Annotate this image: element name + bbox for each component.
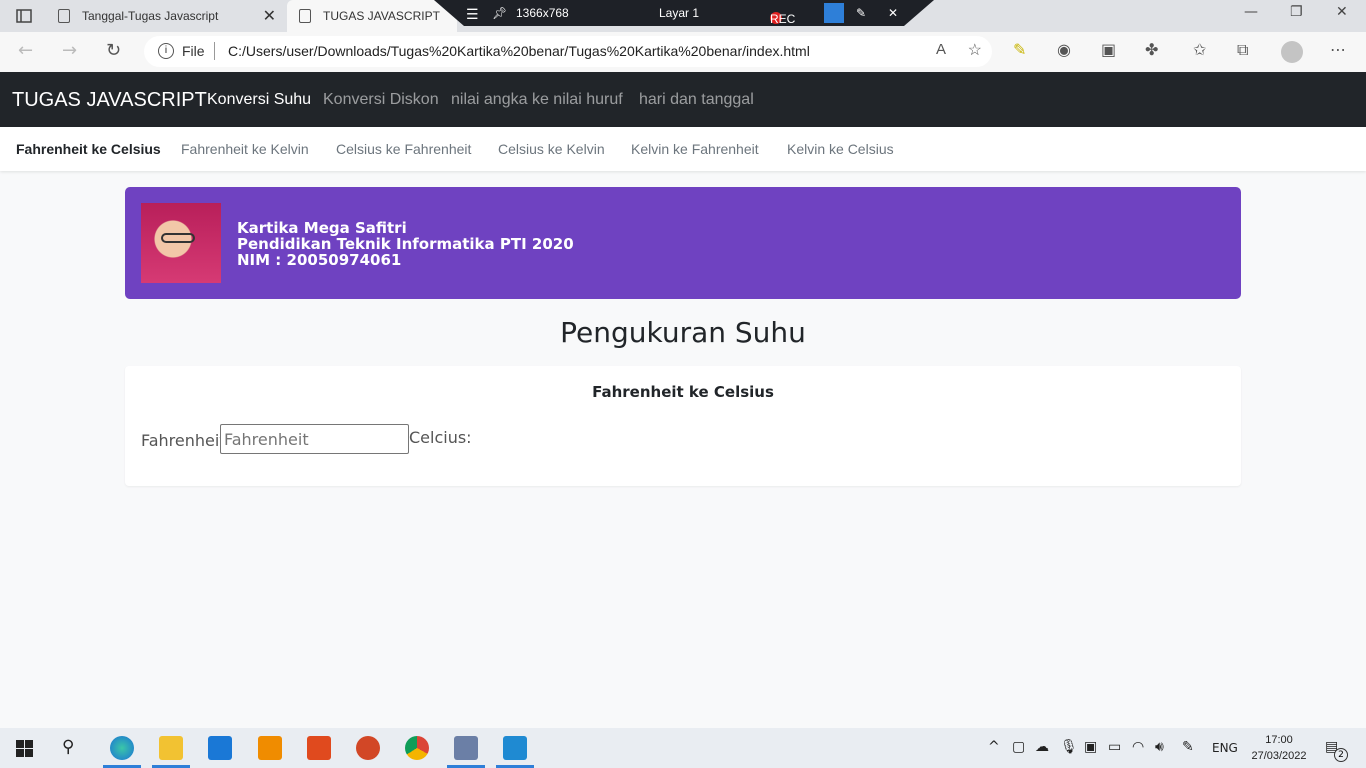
search-icon[interactable]: ⚲ [62,737,74,757]
file-explorer-icon[interactable] [159,736,183,760]
pen-icon[interactable]: ✎ [856,6,866,20]
celsius-output-label: Celcius: [409,428,472,447]
nav-hari-tanggal[interactable]: hari dan tanggal [639,91,754,109]
reload-icon[interactable]: ↻ [106,40,121,61]
scheme-label: File [182,43,205,59]
close-window-icon[interactable]: ✕ [1336,4,1348,20]
subnav-celsius-fahrenheit[interactable]: Celsius ke Fahrenheit [336,141,471,157]
wifi-icon[interactable]: ◠ [1132,739,1144,755]
powerpoint-icon[interactable] [356,736,380,760]
subnav-kelvin-celsius[interactable]: Kelvin ke Celsius [787,141,894,157]
office-app-icon[interactable] [307,736,331,760]
favorites-icon[interactable]: ✩ [1193,40,1206,59]
display-icon[interactable]: ▣ [1084,739,1097,755]
microphone-icon[interactable]: 🎙︎ [1060,739,1078,755]
extensions-puzzle-icon[interactable]: ✤ [1145,40,1158,59]
collections-icon[interactable]: ⧉ [1237,40,1248,60]
language-indicator[interactable]: ENG [1212,741,1238,755]
read-aloud-icon[interactable]: A [936,41,946,58]
volume-icon[interactable]: 🔊︎ [1155,739,1164,755]
notification-count: 2 [1334,748,1348,762]
system-clock[interactable]: 17:00 27/03/2022 [1246,732,1312,764]
pen-input-icon[interactable]: ✎ [1182,739,1194,755]
sublime-text-icon[interactable] [258,736,282,760]
tab-title: TUGAS JAVASCRIPT [323,9,440,23]
highlighter-extension-icon[interactable]: ✎ [1013,40,1026,59]
forward-icon[interactable]: → [62,40,77,61]
browser-address-bar: ← → ↻ i File C:/Users/user/Downloads/Tug… [0,32,1366,72]
profile-avatar[interactable] [1281,41,1303,63]
url-text[interactable]: C:/Users/user/Downloads/Tugas%20Kartika%… [228,43,810,59]
converter-card: Fahrenheit ke Celsius Fahrenheit Celcius… [125,366,1241,486]
close-recorder-icon[interactable]: ✕ [888,6,898,20]
browser-tab-active[interactable]: TUGAS JAVASCRIPT [287,0,457,32]
url-field[interactable]: i File C:/Users/user/Downloads/Tugas%20K… [144,36,992,67]
close-tab-icon[interactable]: ✕ [263,6,276,26]
fahrenheit-label: Fahrenheit [141,431,226,450]
back-icon[interactable]: ← [18,40,33,61]
meet-icon[interactable]: ▢ [1012,739,1025,755]
rec-label: REC [770,12,796,26]
browser-tab-tanggal[interactable]: Tanggal-Tugas Javascript ✕ [48,0,286,32]
clock-date: 27/03/2022 [1251,750,1307,762]
subnav-fahrenheit-kelvin[interactable]: Fahrenheit ke Kelvin [181,141,309,157]
page-icon [58,9,70,23]
fahrenheit-input[interactable] [220,424,409,454]
extension-icon[interactable]: ◉ [1057,40,1071,59]
recorder-size: 1366x768 [516,6,569,20]
profile-nim: NIM : 20050974061 [237,251,402,269]
pin-icon[interactable]: 📌︎ [492,6,507,20]
page-icon [299,9,311,23]
add-favorite-icon[interactable]: ☆ [968,40,982,60]
battery-icon[interactable]: ▭ [1108,739,1121,755]
tab-actions-button[interactable] [10,6,38,26]
windows-taskbar: ⚲ ^ ▢ ☁ 🎙︎ ▣ ▭ ◠ 🔊︎ ✎ ENG 17:00 27/03/20… [0,728,1366,768]
windows-start-icon[interactable] [16,740,33,757]
media-extension-icon[interactable]: ▣ [1101,40,1116,59]
divider [214,42,215,60]
remote-desktop-icon[interactable] [454,736,478,760]
camera-icon[interactable] [824,3,844,23]
profile-banner: Kartika Mega Safitri Pendidikan Teknik I… [125,187,1241,299]
vscode-icon[interactable] [503,736,527,760]
tab-title: Tanggal-Tugas Javascript [82,9,219,23]
info-icon[interactable]: i [158,43,174,59]
nav-konversi-diskon[interactable]: Konversi Diskon [323,91,439,109]
browser-tab-bar: Tanggal-Tugas Javascript ✕ TUGAS JAVASCR… [0,0,1366,32]
conversion-subnav: Fahrenheit ke Celsius Fahrenheit ke Kelv… [0,127,1366,171]
cloud-icon[interactable]: ☁ [1035,739,1049,755]
profile-info: Kartika Mega Safitri Pendidikan Teknik I… [237,220,574,268]
subnav-fahrenheit-celsius[interactable]: Fahrenheit ke Celsius [16,141,161,157]
edge-app-icon[interactable] [110,736,134,760]
show-hidden-icons-icon[interactable]: ^ [988,739,1000,755]
subnav-celsius-kelvin[interactable]: Celsius ke Kelvin [498,141,605,157]
nav-nilai-huruf[interactable]: nilai angka ke nilai huruf [451,91,623,109]
page-title: Pengukuran Suhu [560,316,806,349]
profile-name: Kartika Mega Safitri [237,219,407,237]
restore-icon[interactable]: ❐ [1290,4,1303,20]
profile-photo [141,203,221,283]
chrome-icon[interactable] [405,736,429,760]
subnav-kelvin-fahrenheit[interactable]: Kelvin ke Fahrenheit [631,141,759,157]
tab-actions-icon [16,9,32,23]
card-title: Fahrenheit ke Celsius [592,383,774,401]
mail-app-icon[interactable] [208,736,232,760]
nav-konversi-suhu[interactable]: Konversi Suhu [207,91,311,109]
more-options-icon[interactable]: ⋯ [1330,40,1346,59]
navbar-brand[interactable]: TUGAS JAVASCRIPT [12,89,207,112]
minimize-icon[interactable]: — [1244,4,1258,20]
profile-program: Pendidikan Teknik Informatika PTI 2020 [237,235,574,253]
screen-recorder-bar: ☰ 📌︎ 1366x768 Layar 1 REC ✎ ✕ [434,0,934,26]
menu-icon[interactable]: ☰ [466,6,479,23]
top-navbar: TUGAS JAVASCRIPT Konversi Suhu Konversi … [0,72,1366,127]
recorder-layer[interactable]: Layar 1 [659,6,699,20]
clock-time: 17:00 [1265,734,1293,746]
